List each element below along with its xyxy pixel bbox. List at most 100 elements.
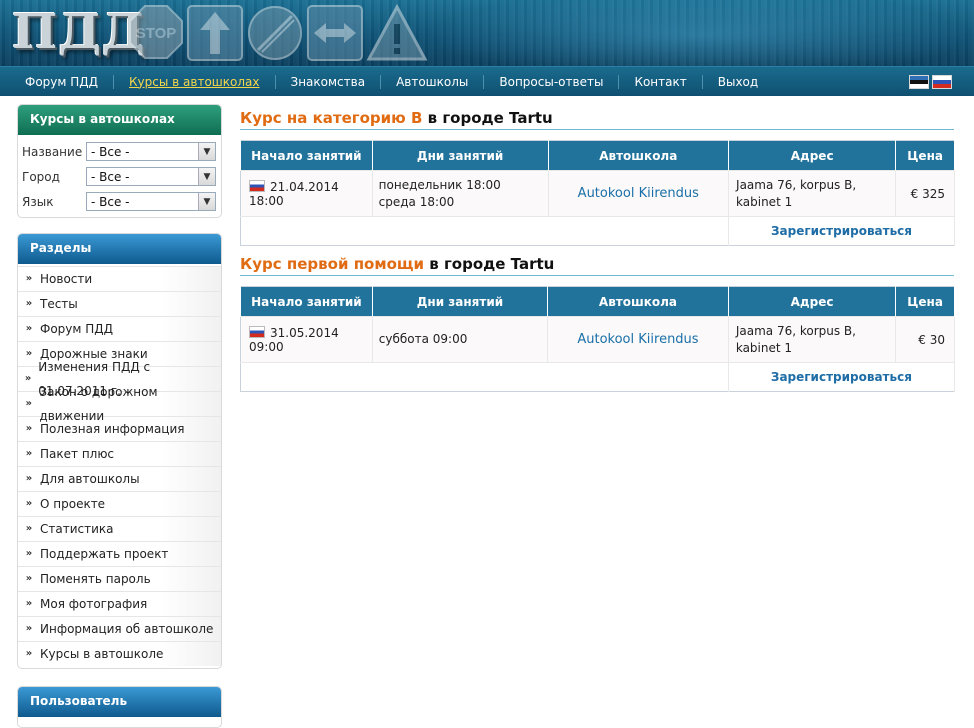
svg-text:STOP: STOP [136, 25, 177, 42]
name-select[interactable]: - Все - ▼ [86, 142, 216, 161]
nav-item-contact: Контакт [619, 67, 703, 96]
course-table: Начало занятий Дни занятий Автошкола Адр… [240, 286, 956, 392]
double-chevron-right-icon: » [25, 573, 33, 584]
register-row: Зарегистрироваться [240, 216, 955, 246]
sidebar-item-school-info[interactable]: » Информация об автошколе [18, 616, 221, 641]
language-select[interactable]: - Все - ▼ [86, 192, 216, 211]
nav-link-forum[interactable]: Форум ПДД [10, 75, 113, 89]
course-table: Начало занятий Дни занятий Автошкола Адр… [240, 140, 955, 246]
column-header-days: Дни занятий [371, 286, 549, 317]
course-filter-title: Курсы в автошколах [18, 105, 221, 135]
sidebar-item-school-courses[interactable]: » Курсы в автошколе [18, 641, 221, 666]
column-header-days: Дни занятий [371, 140, 549, 171]
nav-link-driving-schools[interactable]: Автошколы [381, 75, 483, 89]
double-chevron-right-icon: » [25, 348, 33, 359]
nav-link-contact[interactable]: Контакт [619, 75, 701, 89]
sidebar-item-tests[interactable]: » Тесты [18, 291, 221, 316]
double-chevron-right-icon: » [25, 273, 33, 284]
course-title-highlight: Курс первой помощи [240, 255, 425, 273]
sidebar-item-label: Тесты [40, 297, 78, 311]
arrow-up-sign-icon [187, 5, 243, 61]
nav-item-forum: Форум ПДД [10, 67, 115, 96]
nav-item-driving-schools: Автошколы [381, 67, 485, 96]
sidebar-item-traffic-law[interactable]: » Закон о дорожном движении [18, 385, 221, 423]
column-header-school: Автошкола [547, 286, 729, 317]
filter-row-language: Язык - Все - ▼ [18, 189, 221, 214]
title-divider [240, 129, 954, 130]
nav-link-courses[interactable]: Курсы в автошколах [114, 75, 274, 89]
table-row: 21.04.2014 18:00 понедельник 18:00 среда … [240, 170, 955, 217]
double-chevron-right-icon: » [25, 298, 33, 309]
address-cell: Jaama 76, korpus B, kabinet 1 [728, 316, 897, 363]
column-header-address: Адрес [728, 140, 897, 171]
course-title: Курс на категорию B в городе Tartu [240, 109, 553, 127]
column-header-price: Цена [895, 286, 955, 317]
no-limit-sign-icon [248, 6, 302, 60]
table-header-row: Начало занятий Дни занятий Автошкола Адр… [240, 140, 955, 171]
nav-link-logout[interactable]: Выход [703, 75, 773, 89]
sidebar-item-news[interactable]: » Новости [18, 266, 221, 291]
register-row: Зарегистрироваться [240, 362, 956, 392]
double-chevron-right-icon: » [25, 323, 33, 334]
site-logo[interactable]: ПДД [12, 4, 146, 60]
sidebar-item-label: Пакет плюс [40, 447, 115, 461]
days-line: суббота 09:00 [378, 332, 468, 346]
double-chevron-right-icon: » [25, 648, 33, 659]
course-title-city: в городе Tartu [424, 255, 555, 273]
estonian-flag-icon[interactable] [909, 75, 929, 89]
school-link[interactable]: Autokool Kiirendus [548, 170, 730, 217]
days-line: среда 18:00 [378, 194, 455, 209]
sidebar-item-change-password[interactable]: » Поменять пароль [18, 566, 221, 591]
sidebar-item-my-photo[interactable]: » Моя фотография [18, 591, 221, 616]
nav-link-dating[interactable]: Знакомства [276, 75, 381, 89]
sidebar-item-forum[interactable]: » Форум ПДД [18, 316, 221, 341]
course-filter-box: Курсы в автошколах Название - Все - ▼ Го… [17, 104, 222, 218]
course-title-highlight: Курс на категорию B [240, 109, 423, 127]
sidebar-item-label: Для автошколы [40, 472, 140, 486]
sidebar-item-statistics[interactable]: » Статистика [18, 516, 221, 541]
sidebar-item-label: Форум ПДД [40, 322, 114, 336]
chevron-down-icon[interactable]: ▼ [198, 143, 215, 160]
column-header-address: Адрес [727, 286, 897, 317]
nav-item-dating: Знакомства [276, 67, 382, 96]
address-line: Jaama 76, korpus B, [735, 323, 856, 338]
city-select[interactable]: - Все - ▼ [86, 167, 216, 186]
sidebar-item-label: Поддержать проект [40, 547, 169, 561]
double-chevron-right-icon: » [24, 373, 32, 384]
russian-flag-icon[interactable] [932, 75, 952, 89]
column-header-start: Начало занятий [240, 140, 373, 171]
sidebar-item-for-school[interactable]: » Для автошколы [18, 466, 221, 491]
days-cell: суббота 09:00 [372, 316, 549, 363]
column-header-school: Автошкола [547, 140, 730, 171]
filter-form: Название - Все - ▼ Город - Все - ▼ Язык … [18, 135, 221, 214]
address-line: kabinet 1 [735, 340, 793, 355]
chevron-down-icon[interactable]: ▼ [198, 193, 215, 210]
filter-label-name: Название [22, 144, 83, 159]
start-cell: 31.05.2014 09:00 [240, 316, 373, 363]
days-line: понедельник 18:00 [378, 177, 501, 192]
user-box: Пользователь [17, 686, 222, 728]
two-way-arrow-sign-icon [307, 5, 363, 61]
filter-row-name: Название - Все - ▼ [18, 139, 221, 164]
chevron-down-icon[interactable]: ▼ [198, 168, 215, 185]
sidebar-item-support[interactable]: » Поддержать проект [18, 541, 221, 566]
filter-label-language: Язык [22, 194, 54, 209]
main-navigation: Форум ПДД Курсы в автошколах Знакомства … [0, 66, 974, 96]
sections-title: Разделы [18, 234, 221, 264]
filter-label-city: Город [22, 169, 60, 184]
language-select-value: - Все - [91, 194, 130, 209]
sidebar-item-about[interactable]: » О проекте [18, 491, 221, 516]
double-chevron-right-icon: » [25, 448, 33, 459]
register-link[interactable]: Зарегистрироваться [728, 216, 955, 246]
course-title-city: в городе Tartu [422, 109, 553, 127]
table-row: 31.05.2014 09:00 суббота 09:00 Autokool … [240, 316, 955, 363]
nav-list: Форум ПДД Курсы в автошколах Знакомства … [10, 67, 773, 96]
sidebar-item-plus-package[interactable]: » Пакет плюс [18, 441, 221, 466]
sections-box: Разделы » Новости » Тесты » Форум ПДД » Доро… [17, 233, 222, 669]
register-link[interactable]: Зарегистрироваться [728, 362, 956, 392]
sections-menu: » Новости » Тесты » Форум ПДД » Дорожные зна… [18, 264, 221, 666]
nav-link-faq[interactable]: Вопросы-ответы [484, 75, 618, 89]
column-header-start: Начало занятий [240, 286, 373, 317]
school-link[interactable]: Autokool Kiirendus [547, 316, 729, 363]
register-row-spacer [240, 362, 729, 392]
